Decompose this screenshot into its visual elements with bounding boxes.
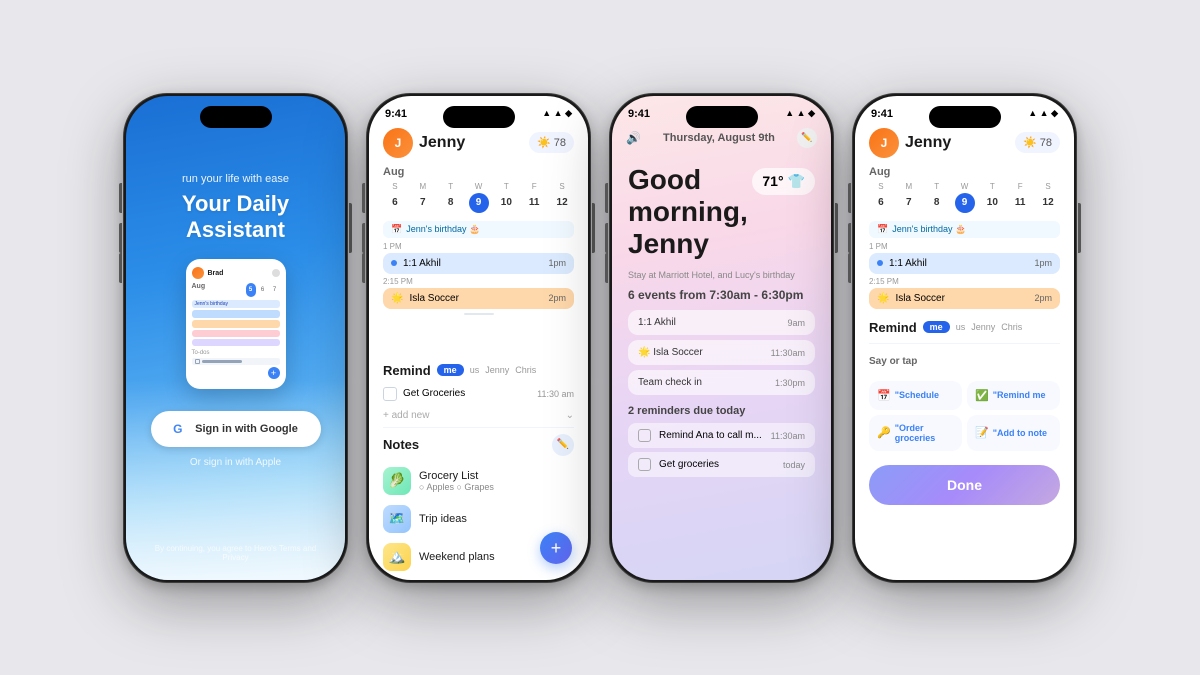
cal-day-4-5[interactable]: T 10 bbox=[980, 182, 1004, 213]
google-icon: G bbox=[173, 422, 187, 436]
weather-temp: 78 bbox=[554, 137, 566, 149]
calendar-month: Aug bbox=[383, 166, 574, 178]
say-or-tap-section: Say or tap 📅 "Schedule ✅ "Remind me 🔑 bbox=[855, 348, 1074, 459]
event-akhil-4[interactable]: 1:1 Akhil 1pm bbox=[869, 253, 1060, 274]
add-new-reminder[interactable]: + add new ⌄ bbox=[369, 406, 588, 425]
apple-signin-text[interactable]: Or sign in with Apple bbox=[190, 457, 281, 468]
done-button[interactable]: Done bbox=[869, 465, 1060, 505]
calendar-strip-4: Aug S 6 M 7 T 8 bbox=[855, 164, 1074, 219]
phone-login: run your life with ease Your Daily Assis… bbox=[123, 93, 348, 583]
events-section: 📅 Jenn's birthday 🎂 1 PM 1:1 Akhil 1pm 2… bbox=[369, 219, 588, 357]
tagline: run your life with ease bbox=[182, 173, 289, 185]
weather-widget: ☀️ 78 bbox=[529, 132, 574, 153]
event-akhil[interactable]: 1:1 Akhil 1pm bbox=[383, 253, 574, 274]
status-time-4: 9:41 bbox=[871, 108, 893, 120]
cal-day-2[interactable]: M 7 bbox=[411, 182, 435, 213]
cmd-schedule[interactable]: 📅 "Schedule bbox=[869, 381, 962, 410]
mini-avatar bbox=[192, 267, 204, 279]
stay-info: Stay at Marriott Hotel, and Lucy's birth… bbox=[628, 270, 815, 280]
reminder-1[interactable]: Remind Ana to call m... 11:30am bbox=[628, 423, 815, 448]
edit-pencil[interactable]: ✏️ bbox=[797, 128, 817, 148]
note-trip[interactable]: 🗺️ Trip ideas bbox=[383, 500, 574, 538]
main-title: Your Daily Assistant bbox=[182, 191, 289, 244]
dynamic-island-2 bbox=[443, 106, 515, 128]
reminder-groceries[interactable]: Get Groceries 11:30 am bbox=[369, 382, 588, 406]
cmd-note[interactable]: 📝 "Add to note bbox=[967, 415, 1060, 451]
phones-container: run your life with ease Your Daily Assis… bbox=[103, 73, 1097, 603]
cmd-remind[interactable]: ✅ "Remind me bbox=[967, 381, 1060, 410]
dynamic-island-3 bbox=[686, 106, 758, 128]
terms-text: By continuing, you agree to Hero's Terms… bbox=[126, 544, 345, 562]
cal-day-4-2[interactable]: M 7 bbox=[897, 182, 921, 213]
notes-edit-btn[interactable]: ✏️ bbox=[552, 434, 574, 456]
morning-content: 71° 👕 Goodmorning,Jenny Stay at Marriott… bbox=[612, 156, 831, 580]
weather-emoji: ☀️ bbox=[537, 136, 551, 149]
remind-header-4: Remind me us Jenny Chris bbox=[855, 314, 1074, 339]
cal-day-4-active[interactable]: W 9 bbox=[467, 182, 491, 213]
cal-day-4-7[interactable]: S 12 bbox=[1036, 182, 1060, 213]
reminders-due: 2 reminders due today bbox=[628, 405, 815, 417]
cal-day-5[interactable]: T 10 bbox=[494, 182, 518, 213]
cal-day-7[interactable]: S 12 bbox=[550, 182, 574, 213]
user-avatar-4: J bbox=[869, 128, 899, 158]
calendar-strip: Aug S 6 M 7 T 8 bbox=[369, 164, 588, 219]
phone-main: 9:41 ▲ ▲ ◆ J Jenny ☀️ 78 bbox=[366, 93, 591, 583]
calendar-month-4: Aug bbox=[869, 166, 1060, 178]
cal-day-4-1[interactable]: S 6 bbox=[869, 182, 893, 213]
phone-panel: 9:41 ▲ ▲ ◆ J Jenny ☀️ 78 bbox=[852, 93, 1077, 583]
morning-weather-emoji: 👕 bbox=[788, 173, 805, 190]
weather-widget-4: ☀️ 78 bbox=[1015, 132, 1060, 153]
user-name: Jenny bbox=[419, 134, 465, 152]
app-header: J Jenny ☀️ 78 bbox=[369, 124, 588, 164]
cal-day-4-6[interactable]: F 11 bbox=[1008, 182, 1032, 213]
mini-phone-preview: Brad Aug 5 6 7 Jenn's birthday bbox=[186, 259, 286, 389]
user-name-4: Jenny bbox=[905, 134, 951, 152]
note-grocery[interactable]: 🥬 Grocery List ○ Apples ○ Grapes bbox=[383, 462, 574, 500]
cal-day-6[interactable]: F 11 bbox=[522, 182, 546, 213]
cmd-groceries[interactable]: 🔑 "Order groceries bbox=[869, 415, 962, 451]
date-label: Thursday, August 9th bbox=[663, 132, 775, 144]
cal-day-1[interactable]: S 6 bbox=[383, 182, 407, 213]
app-header-4: J Jenny ☀️ 78 bbox=[855, 124, 1074, 164]
morning-event-1[interactable]: 1:1 Akhil 9am bbox=[628, 310, 815, 335]
phone-morning: 9:41 ▲ ▲ ◆ 🔊 Thursday, August 9th ✏️ 71°… bbox=[609, 93, 834, 583]
fab-add-button[interactable]: + bbox=[540, 532, 572, 564]
user-avatar: J bbox=[383, 128, 413, 158]
dynamic-island-4 bbox=[929, 106, 1001, 128]
google-signin-button[interactable]: G Sign in with Google bbox=[151, 411, 321, 447]
events-section-4: 📅 Jenn's birthday 🎂 1 PM 1:1 Akhil 1pm 2… bbox=[855, 219, 1074, 314]
event-soccer[interactable]: 🌟 Isla Soccer 2pm bbox=[383, 288, 574, 309]
speaker-icon: 🔊 bbox=[626, 131, 641, 145]
notes-header: Notes ✏️ bbox=[383, 434, 574, 456]
say-tap-header: Say or tap bbox=[869, 356, 917, 367]
morning-status-icons: ▲ ▲ ◆ bbox=[785, 108, 815, 119]
morning-time: 9:41 bbox=[628, 108, 650, 120]
morning-event-2[interactable]: 🌟 Isla Soccer 11:30am bbox=[628, 340, 815, 365]
event-soccer-4[interactable]: 🌟 Isla Soccer 2pm bbox=[869, 288, 1060, 309]
morning-header-bar: 🔊 Thursday, August 9th ✏️ bbox=[612, 124, 831, 156]
events-count: 6 events from 7:30am - 6:30pm bbox=[628, 288, 815, 302]
reminder-2[interactable]: Get groceries today bbox=[628, 452, 815, 477]
cal-day-3[interactable]: T 8 bbox=[439, 182, 463, 213]
all-day-event: 📅 Jenn's birthday 🎂 bbox=[383, 221, 574, 238]
cal-day-4-4[interactable]: W 9 bbox=[953, 182, 977, 213]
command-grid: 📅 "Schedule ✅ "Remind me 🔑 "Order grocer… bbox=[869, 381, 1060, 451]
morning-temp: 71° bbox=[762, 173, 783, 189]
morning-event-3[interactable]: Team check in 1:30pm bbox=[628, 370, 815, 395]
remind-header: Remind me us Jenny Chris bbox=[369, 357, 588, 382]
all-day-event-4: 📅 Jenn's birthday 🎂 bbox=[869, 221, 1060, 238]
status-icons: ▲ ▲ ◆ bbox=[542, 108, 572, 119]
status-time: 9:41 bbox=[385, 108, 407, 120]
cal-day-4-3[interactable]: T 8 bbox=[925, 182, 949, 213]
status-icons-4: ▲ ▲ ◆ bbox=[1028, 108, 1058, 119]
dynamic-island-1 bbox=[200, 106, 272, 128]
